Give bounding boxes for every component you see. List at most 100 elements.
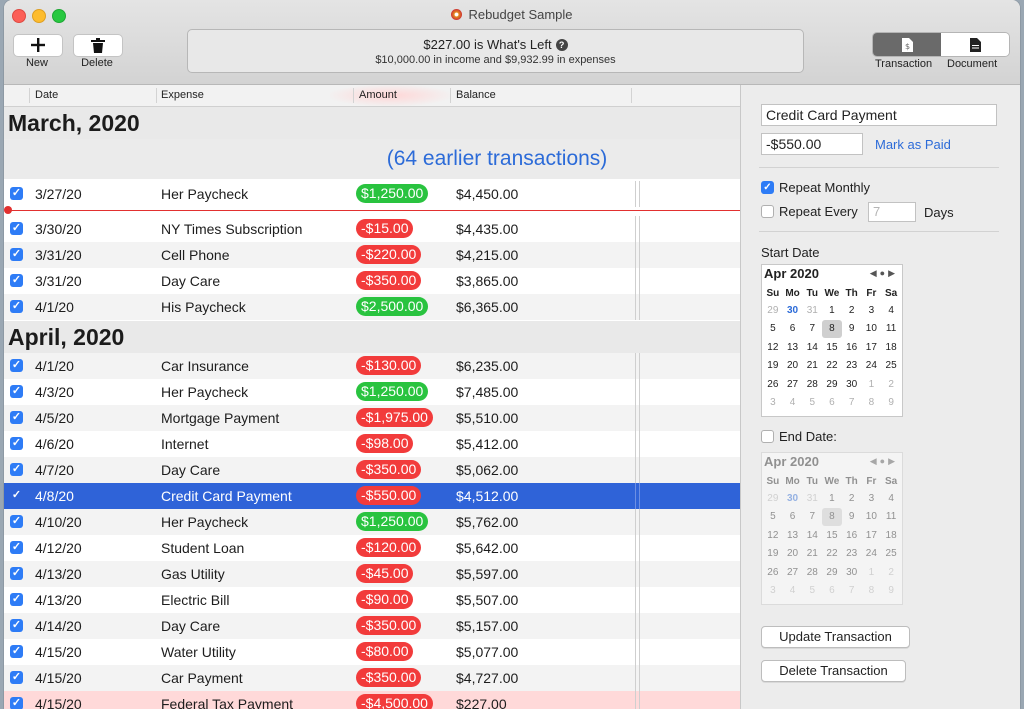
today-dot-icon[interactable]: ● — [880, 268, 888, 278]
table-row[interactable]: ✓ 4/12/20 Student Loan -$120.00 $5,642.00 — [4, 535, 740, 561]
transaction-name-field[interactable]: Credit Card Payment — [761, 104, 997, 126]
calendar-day[interactable]: 30 — [783, 301, 803, 320]
calendar-day[interactable]: 31 — [802, 489, 822, 508]
calendar-day[interactable]: 30 — [783, 489, 803, 508]
table-row[interactable]: ✓ 3/27/20 Her Paycheck $1,250.00 $4,450.00 — [4, 181, 740, 207]
calendar-day[interactable]: 7 — [842, 394, 862, 413]
calendar-day[interactable]: 30 — [842, 563, 862, 582]
paid-checkbox[interactable]: ✓ — [10, 385, 23, 398]
calendar-day[interactable]: 23 — [842, 545, 862, 564]
calendar-day[interactable]: 10 — [862, 320, 882, 339]
col-amount[interactable]: Amount — [359, 89, 397, 101]
paid-checkbox[interactable]: ✓ — [10, 222, 23, 235]
calendar-day[interactable]: 28 — [802, 375, 822, 394]
calendar-day[interactable]: 16 — [842, 338, 862, 357]
paid-checkbox[interactable]: ✓ — [10, 593, 23, 606]
earlier-transactions-link[interactable]: (64 earlier transactions) — [4, 139, 740, 179]
calendar-day[interactable]: 31 — [802, 301, 822, 320]
calendar-day[interactable]: 12 — [763, 338, 783, 357]
calendar-day[interactable]: 6 — [783, 320, 803, 339]
calendar-day[interactable]: 30 — [842, 375, 862, 394]
calendar-day[interactable]: 11 — [881, 508, 901, 527]
document-view-button[interactable] — [941, 33, 1009, 56]
paid-checkbox[interactable]: ✓ — [10, 697, 23, 709]
col-expense[interactable]: Expense — [161, 89, 204, 101]
calendar-day[interactable]: 8 — [862, 394, 882, 413]
calendar-nav[interactable]: ◀●▶ — [870, 268, 898, 279]
calendar-nav[interactable]: ◀●▶ — [870, 456, 898, 467]
calendar-day[interactable]: 27 — [783, 563, 803, 582]
calendar-day[interactable]: 4 — [783, 582, 803, 601]
calendar-day[interactable]: 5 — [763, 508, 783, 527]
calendar-day[interactable]: 4 — [881, 301, 901, 320]
calendar-day[interactable]: 13 — [783, 338, 803, 357]
table-row[interactable]: ✓ 4/15/20 Federal Tax Payment -$4,500.00 $22… — [4, 691, 740, 709]
paid-checkbox[interactable]: ✓ — [10, 489, 23, 502]
table-row[interactable]: ✓ 4/14/20 Day Care -$350.00 $5,157.00 — [4, 613, 740, 639]
calendar-day[interactable]: 3 — [862, 489, 882, 508]
calendar-day[interactable]: 21 — [802, 357, 822, 376]
paid-checkbox[interactable]: ✓ — [10, 463, 23, 476]
table-row[interactable]: ✓ 4/5/20 Mortgage Payment -$1,975.00 $5,510.… — [4, 405, 740, 431]
table-row[interactable]: ✓ 3/31/20 Day Care -$350.00 $3,865.00 — [4, 268, 740, 294]
calendar-day[interactable]: 8 — [862, 582, 882, 601]
paid-checkbox[interactable]: ✓ — [10, 274, 23, 287]
calendar-day[interactable]: 8 — [822, 319, 842, 338]
calendar-day[interactable]: 29 — [763, 489, 783, 508]
calendar-day[interactable]: 22 — [822, 357, 842, 376]
col-balance[interactable]: Balance — [456, 89, 496, 101]
calendar-day[interactable]: 9 — [842, 508, 862, 527]
calendar-day[interactable]: 16 — [842, 526, 862, 545]
calendar-day[interactable]: 10 — [862, 508, 882, 527]
view-segmented-control[interactable]: $ — [872, 32, 1010, 57]
calendar-day[interactable]: 4 — [881, 489, 901, 508]
paid-checkbox[interactable]: ✓ — [10, 437, 23, 450]
calendar-day[interactable]: 3 — [763, 394, 783, 413]
table-row[interactable]: ✓ 4/13/20 Gas Utility -$45.00 $5,597.00 — [4, 561, 740, 587]
paid-checkbox[interactable]: ✓ — [10, 300, 23, 313]
paid-checkbox[interactable]: ✓ — [10, 515, 23, 528]
table-row[interactable]: ✓ 4/10/20 Her Paycheck $1,250.00 $5,762.00 — [4, 509, 740, 535]
table-row[interactable]: ✓ 4/6/20 Internet -$98.00 $5,412.00 — [4, 431, 740, 457]
repeat-days-field[interactable]: 7 — [868, 202, 916, 222]
table-row[interactable]: ✓ 4/1/20 Car Insurance -$130.00 $6,235.00 — [4, 353, 740, 379]
calendar-day[interactable]: 15 — [822, 526, 842, 545]
table-row[interactable]: ✓ 4/1/20 His Paycheck $2,500.00 $6,365.00 — [4, 294, 740, 320]
paid-checkbox[interactable]: ✓ — [10, 619, 23, 632]
calendar-day[interactable]: 20 — [783, 545, 803, 564]
calendar-day[interactable]: 20 — [783, 357, 803, 376]
calendar-day[interactable]: 13 — [783, 526, 803, 545]
calendar-day[interactable]: 22 — [822, 545, 842, 564]
delete-button[interactable] — [73, 34, 123, 57]
table-row[interactable]: ✓ 4/3/20 Her Paycheck $1,250.00 $7,485.00 — [4, 379, 740, 405]
end-date-checkbox[interactable] — [761, 430, 774, 443]
calendar-day[interactable]: 18 — [881, 526, 901, 545]
table-row[interactable]: ✓ 3/31/20 Cell Phone -$220.00 $4,215.00 — [4, 242, 740, 268]
table-row[interactable]: ✓ 4/13/20 Electric Bill -$90.00 $5,507.00 — [4, 587, 740, 613]
calendar-day[interactable]: 18 — [881, 338, 901, 357]
table-row[interactable]: ✓ 4/8/20 Credit Card Payment -$550.00 $4,512… — [4, 483, 740, 509]
calendar-day[interactable]: 1 — [822, 301, 842, 320]
table-row[interactable]: ✓ 4/15/20 Water Utility -$80.00 $5,077.00 — [4, 639, 740, 665]
calendar-day[interactable]: 19 — [763, 545, 783, 564]
calendar-day[interactable]: 7 — [842, 582, 862, 601]
calendar-day[interactable]: 29 — [822, 563, 842, 582]
calendar-day[interactable]: 14 — [802, 526, 822, 545]
calendar-day[interactable]: 2 — [842, 489, 862, 508]
delete-transaction-button[interactable]: Delete Transaction — [761, 660, 906, 682]
calendar-day[interactable]: 1 — [822, 489, 842, 508]
calendar-day[interactable]: 26 — [763, 563, 783, 582]
table-row[interactable]: ✓ 4/7/20 Day Care -$350.00 $5,062.00 — [4, 457, 740, 483]
calendar-day[interactable]: 1 — [862, 563, 882, 582]
next-month-icon[interactable]: ▶ — [888, 456, 898, 466]
calendar-day[interactable]: 8 — [822, 507, 842, 526]
new-button[interactable] — [13, 34, 63, 57]
calendar-day[interactable]: 24 — [862, 545, 882, 564]
mark-as-paid-link[interactable]: Mark as Paid — [875, 137, 951, 152]
calendar-day[interactable]: 12 — [763, 526, 783, 545]
calendar-day[interactable]: 14 — [802, 338, 822, 357]
col-date[interactable]: Date — [35, 89, 58, 101]
calendar-day[interactable]: 5 — [802, 582, 822, 601]
calendar-day[interactable]: 28 — [802, 563, 822, 582]
calendar-day[interactable]: 4 — [783, 394, 803, 413]
